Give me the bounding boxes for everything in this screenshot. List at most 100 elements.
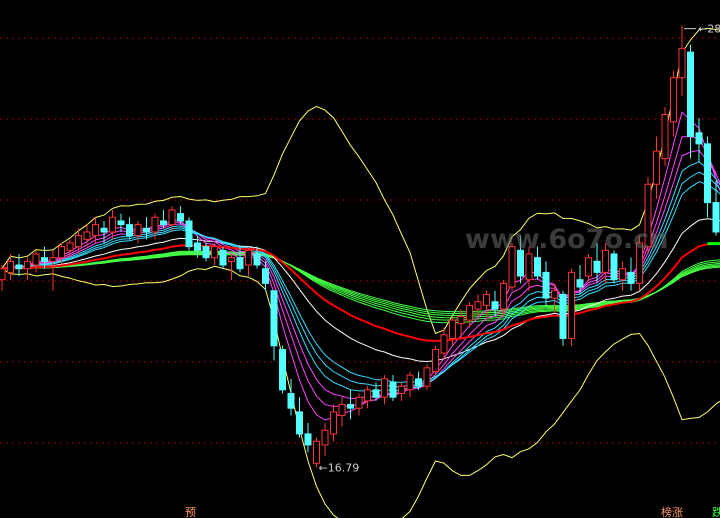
candle-body (704, 143, 711, 204)
candle-body (151, 216, 159, 233)
candle-body (406, 374, 414, 391)
candle (653, 136, 660, 199)
candle-body (304, 433, 312, 446)
candle-body (440, 334, 448, 354)
candle-body (678, 47, 686, 79)
candle-body (313, 440, 320, 464)
candle (661, 107, 669, 166)
candle (678, 25, 686, 97)
candle (0, 265, 6, 291)
candle-body (100, 227, 108, 233)
candle-body (134, 224, 142, 237)
signal-marker: 预 (185, 506, 196, 518)
candle-body (449, 319, 456, 339)
candle (49, 250, 57, 291)
candle-body (24, 260, 31, 270)
markers: 预 榜涨 跌 (185, 505, 720, 518)
candle-body (15, 264, 23, 270)
candle-body (372, 389, 380, 398)
candle-body (287, 393, 295, 409)
candle-body (0, 268, 6, 281)
candle-body (58, 246, 65, 259)
candle-body (474, 301, 482, 310)
candle (279, 345, 286, 394)
candle-body (262, 268, 269, 284)
candle-body (330, 411, 337, 435)
candle (670, 70, 677, 137)
candle-body (661, 113, 669, 160)
candle-body (466, 304, 473, 321)
candle-body (568, 271, 575, 339)
candle-body (559, 293, 567, 339)
candle (185, 217, 193, 251)
candle (245, 246, 252, 277)
candle (619, 261, 626, 291)
candle-body (576, 279, 584, 288)
candle (338, 397, 346, 427)
candle (211, 242, 218, 266)
candle-body (483, 293, 490, 306)
candle (24, 257, 31, 280)
candle-body (7, 260, 14, 273)
candle-body (202, 246, 210, 259)
candle (109, 209, 116, 240)
candle-body (321, 429, 329, 446)
candle (304, 422, 312, 453)
candle-body (296, 411, 303, 435)
candle-body (398, 385, 405, 395)
candle-body (627, 271, 635, 284)
candle (398, 382, 405, 401)
candle-body (500, 282, 507, 310)
candle-body (389, 382, 397, 398)
candle (355, 393, 363, 416)
candle-body (593, 260, 601, 273)
candle-body (364, 389, 371, 402)
candle (219, 246, 227, 269)
candle-body (32, 253, 40, 266)
candle-body (695, 132, 703, 145)
candle-body (75, 235, 82, 248)
candle-body (83, 231, 91, 240)
candle (704, 136, 711, 218)
candle (262, 261, 269, 291)
candle-body (712, 202, 720, 233)
candle-body (585, 257, 592, 277)
candle-body (245, 249, 252, 266)
candle-body (415, 378, 422, 387)
candle-body (168, 209, 176, 226)
candle-body (109, 216, 116, 233)
candle-body (49, 257, 57, 262)
candle-body (525, 253, 533, 281)
candle-body (185, 220, 193, 248)
candle-body (653, 150, 660, 185)
candle-body (338, 404, 346, 417)
candle-body (610, 253, 618, 281)
candlestick-chart: www.6o7o.cn ←28.82 ←16.79 预 榜涨 跌 (0, 23, 720, 518)
candle (32, 250, 40, 273)
candle-body (457, 315, 465, 325)
candle-body (160, 220, 167, 226)
bollinger-upper-line (1, 27, 720, 335)
candle (695, 118, 703, 163)
candle (330, 404, 337, 442)
candle (406, 371, 414, 398)
candle (568, 268, 575, 346)
signal-marker: 榜涨 (661, 505, 683, 518)
candle-body (228, 257, 235, 262)
candle (117, 213, 125, 232)
candle-body (542, 271, 550, 299)
candle (423, 364, 431, 390)
candle-body (670, 77, 677, 123)
watermark: www.6o7o.cn (465, 224, 669, 255)
candle (270, 290, 278, 361)
candle-body (143, 227, 150, 233)
candle-body (619, 268, 626, 281)
candle (126, 217, 133, 240)
candle-body (126, 224, 133, 237)
candle-body (355, 396, 363, 409)
candle-body (279, 348, 286, 391)
signal-marker: 跌 (712, 505, 720, 518)
candle-body (219, 249, 227, 266)
candle-body (381, 378, 388, 398)
low-label: ←16.79 (319, 461, 360, 474)
